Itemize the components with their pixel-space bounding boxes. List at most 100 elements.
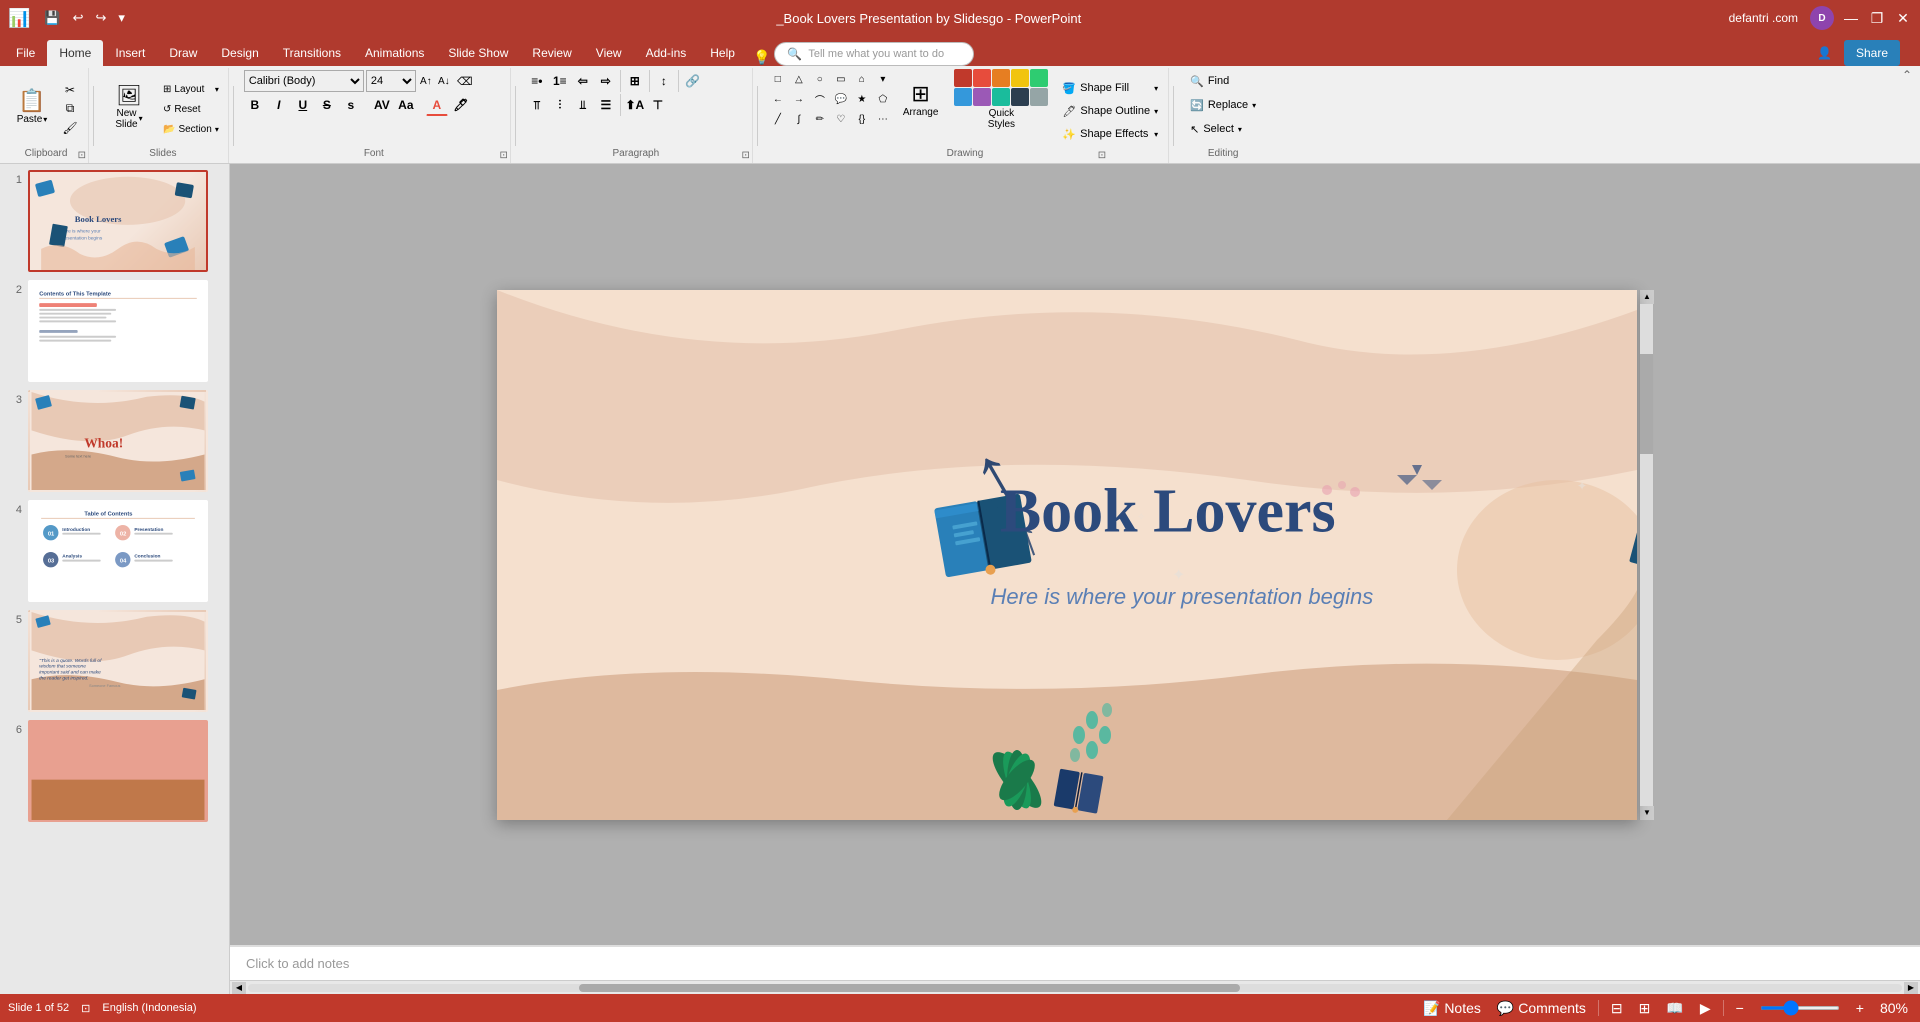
zoom-in-button[interactable]: + <box>1852 998 1868 1018</box>
comments-button[interactable]: 💬 Comments <box>1493 998 1590 1019</box>
drawing-expand-button[interactable]: ⊡ <box>1098 150 1106 161</box>
shape-triangle-button[interactable]: △ <box>789 70 809 88</box>
tab-home[interactable]: Home <box>47 40 103 66</box>
increase-indent-button[interactable]: ⇨ <box>595 70 617 92</box>
slide-item-1[interactable]: 1 Book Lovers Here is where your present… <box>4 168 225 274</box>
align-left-button[interactable]: ⫪ <box>526 94 548 116</box>
slideshow-button[interactable]: ▶ <box>1696 998 1715 1019</box>
minimize-button[interactable]: — <box>1842 9 1860 27</box>
slide-item-6[interactable]: 6 <box>4 718 225 824</box>
font-family-select[interactable]: Calibri (Body) <box>244 70 364 92</box>
italic-button[interactable]: I <box>268 94 290 116</box>
tab-file[interactable]: File <box>4 40 47 66</box>
clipboard-expand-button[interactable]: ⊡ <box>78 150 86 161</box>
paste-button[interactable]: 📋 Paste ▾ <box>10 76 54 140</box>
slide-thumb-1[interactable]: Book Lovers Here is where your presentat… <box>28 170 208 272</box>
find-button[interactable]: 🔍 Find <box>1184 70 1262 92</box>
shape-pentagon-button[interactable]: ⬠ <box>873 90 893 108</box>
tell-me-input[interactable]: 🔍 Tell me what you want to do <box>774 42 974 66</box>
redo-button[interactable]: ↪ <box>92 8 111 28</box>
decrease-indent-button[interactable]: ⇦ <box>572 70 594 92</box>
slide-item-2[interactable]: 2 Contents of This Template <box>4 278 225 384</box>
font-expand-button[interactable]: ⊡ <box>499 150 507 161</box>
slide-item-5[interactable]: 5 "This is a quote. Words full of wisdom… <box>4 608 225 714</box>
reading-view-button[interactable]: 📖 <box>1662 998 1687 1019</box>
normal-view-button[interactable]: ⊟ <box>1607 998 1627 1019</box>
slide-thumb-5[interactable]: "This is a quote. Words full of wisdom t… <box>28 610 208 712</box>
justify-button[interactable]: ☰ <box>595 94 617 116</box>
scroll-up-button[interactable]: ▲ <box>1640 290 1654 304</box>
notes-area[interactable]: Click to add notes <box>230 945 1920 980</box>
layout-button[interactable]: ⊞ Layout ▾ <box>160 81 222 99</box>
shape-arrow-right-button[interactable]: → <box>789 90 809 108</box>
arrange-button[interactable]: ⊞ Arrange <box>897 70 945 128</box>
strikethrough-button[interactable]: S <box>316 94 338 116</box>
tab-design[interactable]: Design <box>209 40 270 66</box>
slide-sorter-button[interactable]: ⊞ <box>1635 998 1655 1019</box>
font-size-select[interactable]: 24 <box>366 70 416 92</box>
slide-thumb-2[interactable]: Contents of This Template <box>28 280 208 382</box>
close-button[interactable]: ✕ <box>1894 9 1912 27</box>
numbering-button[interactable]: 1≡ <box>549 70 571 92</box>
user-avatar[interactable]: D <box>1810 6 1834 30</box>
shape-callout-button[interactable]: 💬 <box>831 90 851 108</box>
ribbon-collapse-button[interactable]: ⌃ <box>1902 68 1912 82</box>
columns-button[interactable]: ⊞ <box>624 70 646 92</box>
replace-button[interactable]: 🔄 Replace ▾ <box>1184 94 1262 116</box>
tab-slideshow[interactable]: Slide Show <box>436 40 520 66</box>
increase-font-size-button[interactable]: A↑ <box>418 70 434 92</box>
scroll-right-button[interactable]: ▶ <box>1904 982 1918 994</box>
slide-thumb-4[interactable]: Table of Contents 01 Introduction 02 Pre… <box>28 500 208 602</box>
shape-rect-button[interactable]: □ <box>768 70 788 88</box>
zoom-out-button[interactable]: − <box>1732 998 1748 1018</box>
align-right-button[interactable]: ⫫ <box>572 94 594 116</box>
zoom-level-button[interactable]: 80% <box>1876 998 1912 1018</box>
tab-view[interactable]: View <box>584 40 634 66</box>
align-center-button[interactable]: ⫶ <box>549 94 571 116</box>
section-button[interactable]: 📂 Section ▾ <box>160 121 222 139</box>
text-direction-button[interactable]: ⬆A <box>624 94 646 116</box>
quick-styles-button[interactable]: Quick Styles <box>948 70 1054 128</box>
cut-button[interactable]: ✂ <box>58 81 82 99</box>
share-button[interactable]: Share <box>1844 40 1900 66</box>
tab-draw[interactable]: Draw <box>157 40 209 66</box>
change-case-button[interactable]: Aa <box>395 94 417 116</box>
tab-transitions[interactable]: Transitions <box>271 40 353 66</box>
bullets-button[interactable]: ≡• <box>526 70 548 92</box>
copy-button[interactable]: ⧉ <box>58 100 82 118</box>
select-button[interactable]: ↖ Select ▾ <box>1184 118 1262 140</box>
char-spacing-button[interactable]: AV <box>371 94 393 116</box>
tab-insert[interactable]: Insert <box>103 40 157 66</box>
align-text-button[interactable]: ⊤ <box>647 94 669 116</box>
tab-help[interactable]: Help <box>698 40 747 66</box>
shape-outline-button[interactable]: 🖊 Shape Outline ▾ <box>1058 101 1162 121</box>
bold-button[interactable]: B <box>244 94 266 116</box>
customize-qa-button[interactable]: ▾ <box>114 8 129 28</box>
shape-freeform-button[interactable]: ✏ <box>810 110 830 128</box>
slide-item-4[interactable]: 4 Table of Contents 01 Introduction 02 P… <box>4 498 225 604</box>
shape-brace-button[interactable]: ⋯ <box>873 110 893 128</box>
shape-arrow-left-button[interactable]: ← <box>768 90 788 108</box>
underline-button[interactable]: U <box>292 94 314 116</box>
scroll-left-button[interactable]: ◀ <box>232 982 246 994</box>
save-button[interactable]: 💾 <box>40 8 64 28</box>
notes-status-button[interactable]: 📝 Notes <box>1419 998 1485 1019</box>
slide-canvas[interactable]: ↑ ↑ <box>497 290 1637 820</box>
convert-smartart-button[interactable]: 🔗 <box>682 70 704 92</box>
text-highlight-button[interactable]: 🖊 <box>450 94 472 116</box>
shape-circle-button[interactable]: ○ <box>810 70 830 88</box>
shape-bracket-button[interactable]: {} <box>852 110 872 128</box>
undo-button[interactable]: ↩ <box>69 8 88 28</box>
restore-button[interactable]: ❐ <box>1868 9 1886 27</box>
paragraph-expand-button[interactable]: ⊡ <box>741 150 749 161</box>
slide-thumb-6[interactable] <box>28 720 208 822</box>
shapes-more-button[interactable]: ▾ <box>873 70 893 88</box>
format-painter-button[interactable]: 🖌 <box>58 119 82 137</box>
shape-effects-button[interactable]: ✨ Shape Effects ▾ <box>1058 124 1162 144</box>
shape-curve-button[interactable]: ∫ <box>789 110 809 128</box>
slide-thumb-3[interactable]: Whoa! Some text here <box>28 390 208 492</box>
zoom-slider[interactable] <box>1760 1006 1840 1010</box>
shape-trapezoid-button[interactable]: ⌂ <box>852 70 872 88</box>
shape-heart-button[interactable]: ♡ <box>831 110 851 128</box>
shape-star-button[interactable]: ★ <box>852 90 872 108</box>
